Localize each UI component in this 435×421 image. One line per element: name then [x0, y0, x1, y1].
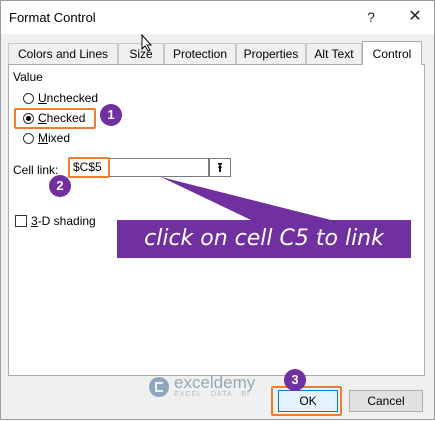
format-control-dialog: Format Control ? ✕ Colors and Lines Size… — [0, 0, 435, 420]
watermark-name: exceldemy — [174, 373, 256, 392]
3d-shading-label: 3-D shading — [31, 214, 96, 228]
mouse-pointer-icon — [141, 34, 153, 52]
tab-control[interactable]: Control — [362, 41, 422, 65]
3d-shading-option[interactable]: 3-D shading — [15, 214, 96, 228]
callout-text: click on cell C5 to link — [144, 226, 384, 251]
exceldemy-logo-icon — [149, 376, 169, 397]
exceldemy-watermark: exceldemy EXCEL · DATA · BI — [149, 373, 256, 398]
3d-shading-checkbox[interactable] — [15, 215, 27, 227]
watermark-sub: EXCEL · DATA · BI — [174, 391, 250, 398]
watermark-text: exceldemy EXCEL · DATA · BI — [174, 373, 256, 398]
ok-highlight-box — [271, 386, 342, 416]
cancel-button[interactable]: Cancel — [349, 390, 423, 412]
step-badge-3: 3 — [284, 369, 306, 391]
